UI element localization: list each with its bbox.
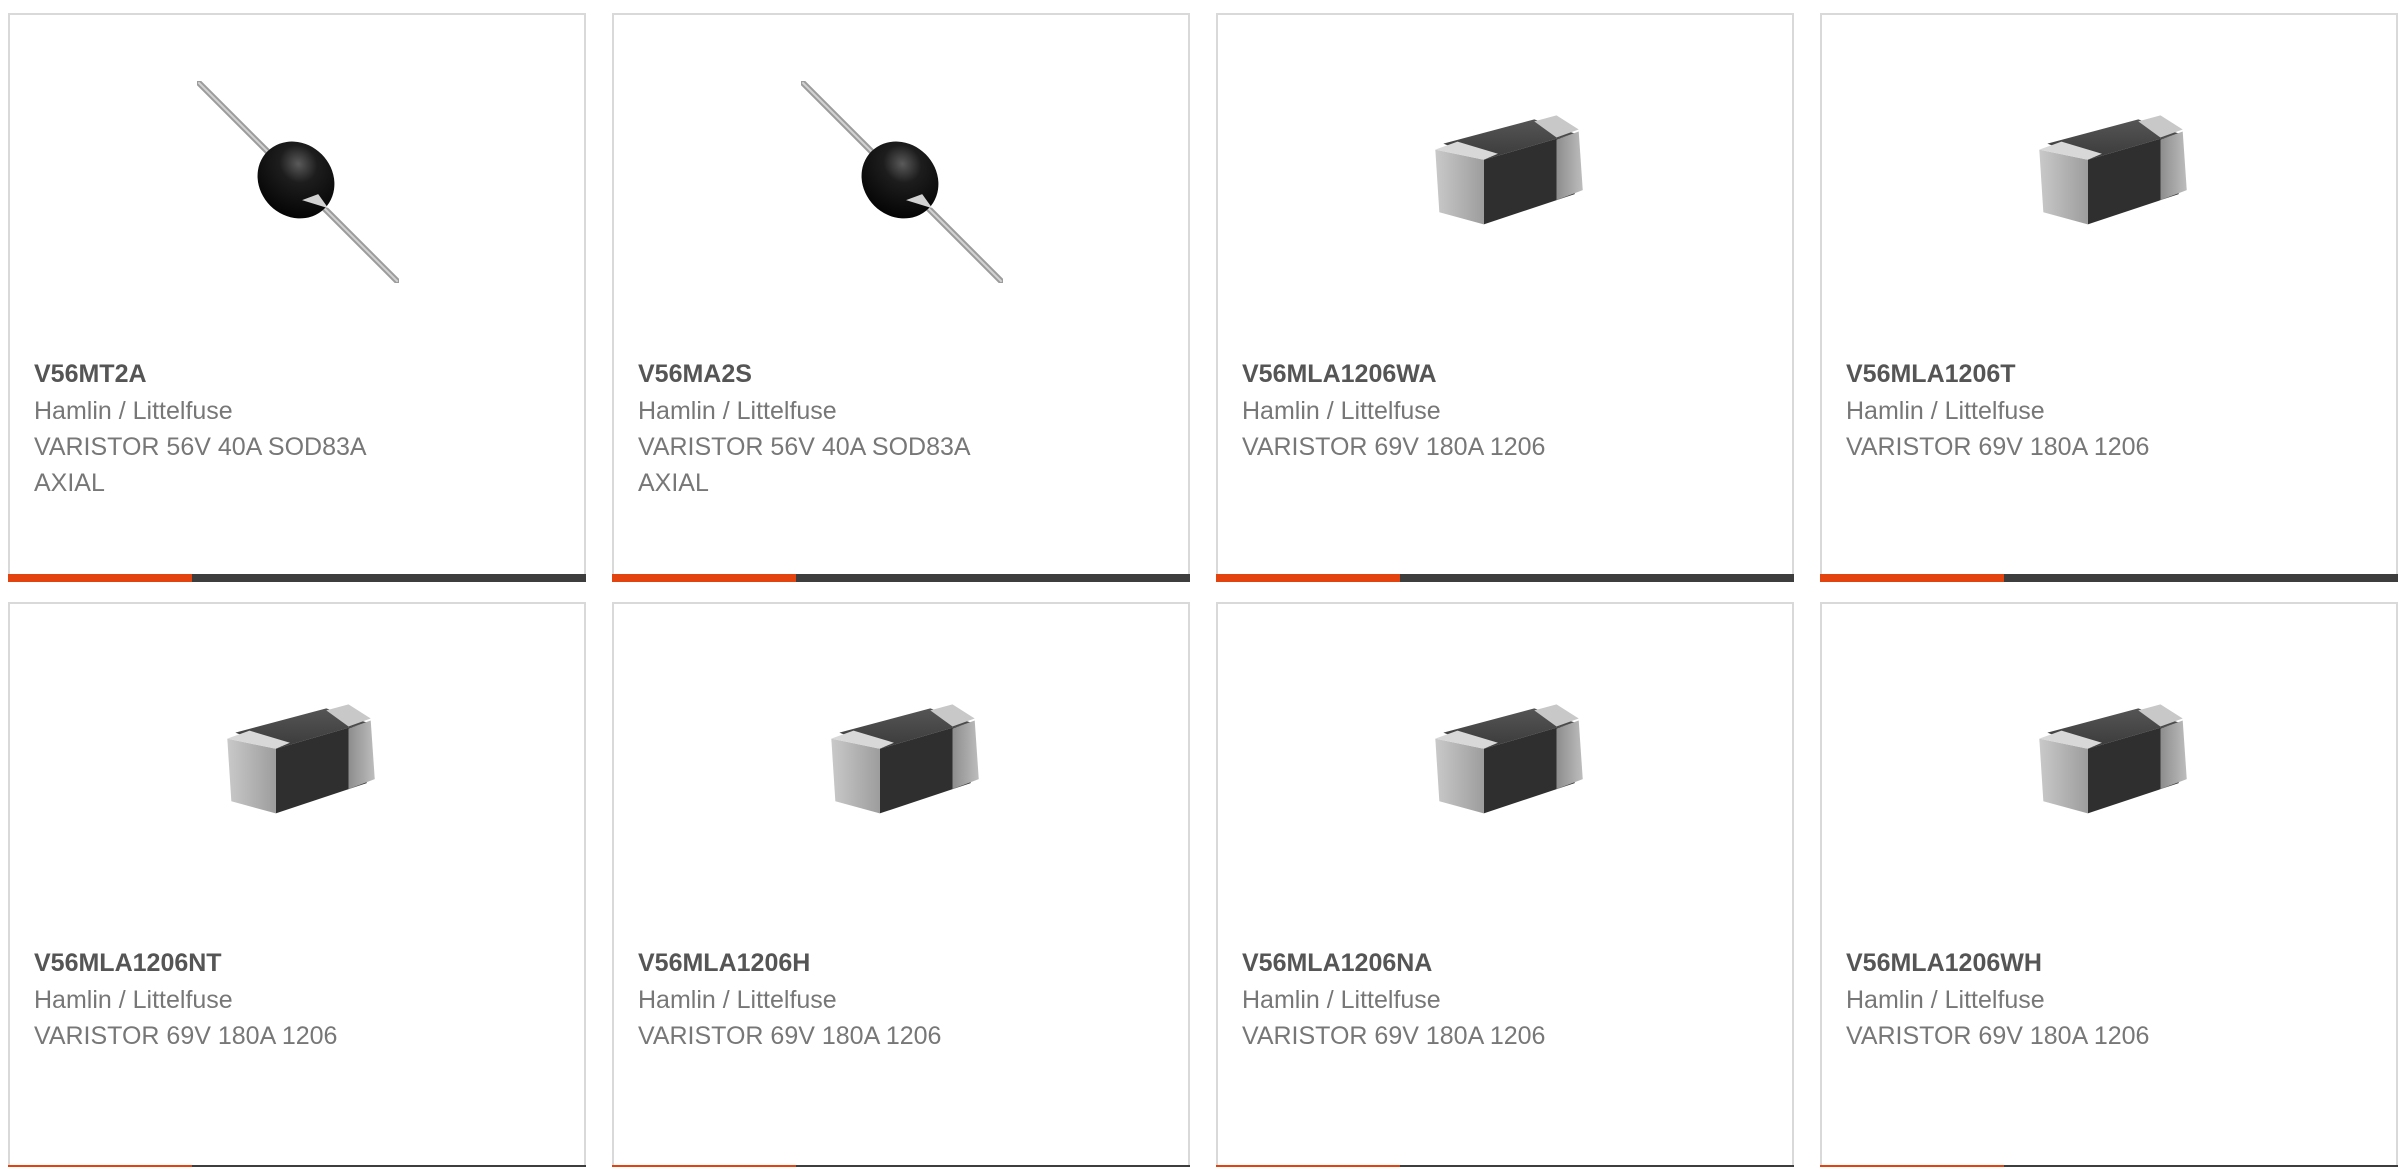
smd-chip-image[interactable] (1405, 670, 1607, 872)
manufacturer: Hamlin / Littelfuse (638, 397, 837, 425)
product-info: V56MLA1206WH Hamlin / Littelfuse VARISTOR … (1846, 944, 2372, 1054)
description-line: VARISTOR 69V 180A 1206 (1846, 433, 2150, 461)
part-number[interactable]: V56MLA1206H (638, 944, 1164, 982)
smd-chip-image[interactable] (1405, 81, 1607, 283)
description-line: AXIAL (638, 469, 709, 497)
description-line: VARISTOR 69V 180A 1206 (34, 1022, 338, 1050)
product-card[interactable]: V56MLA1206T Hamlin / Littelfuse VARISTOR 6… (1820, 13, 2398, 582)
part-number[interactable]: V56MLA1206WH (1846, 944, 2372, 982)
card-accent-bar (1820, 574, 2004, 582)
card-accent-bar (612, 574, 796, 582)
card-bottom-bar (8, 574, 586, 582)
part-number[interactable]: V56MLA1206NA (1242, 944, 1768, 982)
card-bottom-bar (1820, 574, 2398, 582)
description-line: VARISTOR 69V 180A 1206 (1242, 1022, 1546, 1050)
description-line: AXIAL (34, 469, 105, 497)
card-accent-bar (1216, 574, 1400, 582)
manufacturer: Hamlin / Littelfuse (34, 986, 233, 1014)
manufacturer: Hamlin / Littelfuse (34, 397, 233, 425)
product-card[interactable]: V56MLA1206H Hamlin / Littelfuse VARISTOR 6… (612, 602, 1190, 1167)
product-info: V56MLA1206NT Hamlin / Littelfuse VARISTOR … (34, 944, 560, 1054)
product-card[interactable]: V56MLA1206WH Hamlin / Littelfuse VARISTOR … (1820, 602, 2398, 1167)
part-number[interactable]: V56MLA1206WA (1242, 355, 1768, 393)
manufacturer: Hamlin / Littelfuse (1846, 986, 2045, 1014)
description-line: VARISTOR 69V 180A 1206 (1846, 1022, 2150, 1050)
product-card[interactable]: V56MA2S Hamlin / Littelfuse VARISTOR 56V 4… (612, 13, 1190, 582)
part-number[interactable]: V56MLA1206NT (34, 944, 560, 982)
product-card[interactable]: V56MLA1206NA Hamlin / Littelfuse VARISTOR … (1216, 602, 1794, 1167)
manufacturer: Hamlin / Littelfuse (638, 986, 837, 1014)
card-bottom-bar (1216, 574, 1794, 582)
product-grid: V56MT2A Hamlin / Littelfuse VARISTOR 56V 4… (0, 0, 2400, 1167)
axial-varistor-image[interactable] (799, 79, 1005, 285)
card-bottom-bar (612, 574, 1190, 582)
manufacturer: Hamlin / Littelfuse (1846, 397, 2045, 425)
smd-chip-image[interactable] (2009, 670, 2211, 872)
description-line: VARISTOR 56V 40A SOD83A (638, 433, 971, 461)
product-info: V56MLA1206NA Hamlin / Littelfuse VARISTOR … (1242, 944, 1768, 1054)
description-line: VARISTOR 69V 180A 1206 (638, 1022, 942, 1050)
part-number[interactable]: V56MT2A (34, 355, 560, 393)
manufacturer: Hamlin / Littelfuse (1242, 397, 1441, 425)
manufacturer: Hamlin / Littelfuse (1242, 986, 1441, 1014)
description-line: VARISTOR 69V 180A 1206 (1242, 433, 1546, 461)
axial-varistor-image[interactable] (195, 79, 401, 285)
product-card[interactable]: V56MLA1206NT Hamlin / Littelfuse VARISTOR … (8, 602, 586, 1167)
part-number[interactable]: V56MLA1206T (1846, 355, 2372, 393)
product-card[interactable]: V56MLA1206WA Hamlin / Littelfuse VARISTOR … (1216, 13, 1794, 582)
description-line: VARISTOR 56V 40A SOD83A (34, 433, 367, 461)
card-accent-bar (8, 574, 192, 582)
product-card[interactable]: V56MT2A Hamlin / Littelfuse VARISTOR 56V 4… (8, 13, 586, 582)
product-info: V56MLA1206T Hamlin / Littelfuse VARISTOR 6… (1846, 355, 2372, 465)
smd-chip-image[interactable] (197, 670, 399, 872)
product-info: V56MLA1206H Hamlin / Littelfuse VARISTOR 6… (638, 944, 1164, 1054)
product-info: V56MT2A Hamlin / Littelfuse VARISTOR 56V 4… (34, 355, 560, 501)
smd-chip-image[interactable] (801, 670, 1003, 872)
part-number[interactable]: V56MA2S (638, 355, 1164, 393)
smd-chip-image[interactable] (2009, 81, 2211, 283)
product-info: V56MLA1206WA Hamlin / Littelfuse VARISTOR … (1242, 355, 1768, 465)
product-info: V56MA2S Hamlin / Littelfuse VARISTOR 56V 4… (638, 355, 1164, 501)
